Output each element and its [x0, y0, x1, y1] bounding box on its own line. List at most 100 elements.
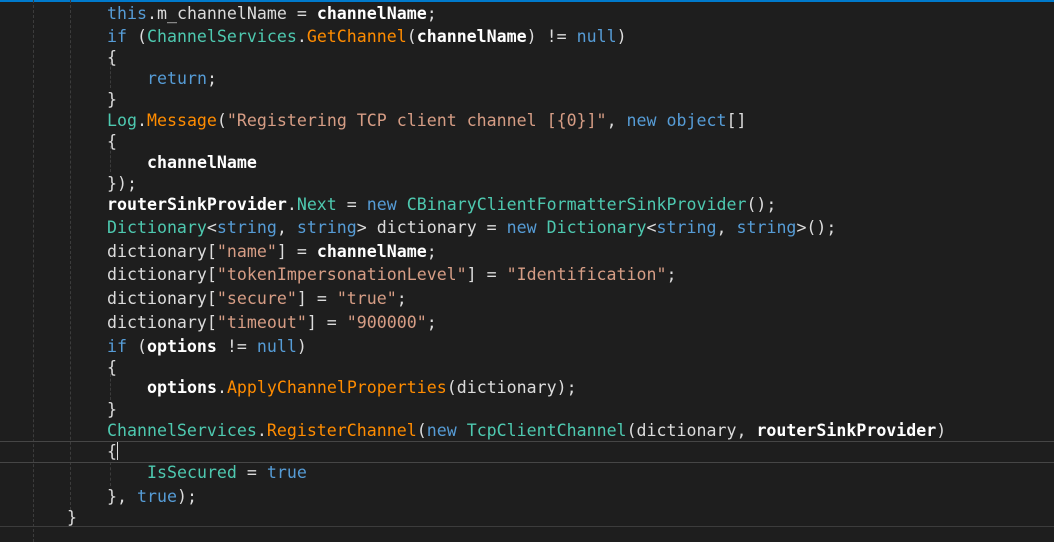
code-token: routerSinkProvider [107, 195, 287, 214]
code-token: (dictionary); [446, 378, 577, 397]
code-token: > dictionary = [356, 218, 507, 237]
code-token: Log [107, 111, 137, 130]
code-token: >(); [796, 218, 837, 237]
code-line[interactable]: { [107, 356, 117, 380]
code-token: { [107, 132, 117, 151]
code-token: Message [146, 111, 217, 130]
code-token: if [107, 27, 127, 46]
code-token: ( [126, 337, 147, 356]
code-line[interactable]: Dictionary<string, string> dictionary = … [107, 216, 836, 240]
code-token: ; [426, 313, 437, 332]
code-line[interactable]: }, true); [107, 485, 197, 509]
code-token: ; [396, 289, 407, 308]
code-token: channelName [416, 27, 527, 46]
code-token: string [296, 218, 357, 237]
code-line[interactable]: this.m_channelName = channelName; [107, 2, 437, 26]
code-token: new [366, 195, 397, 214]
current-line-highlight [0, 441, 1054, 463]
code-line[interactable]: dictionary["tokenImpersonationLevel"] = … [107, 263, 677, 287]
code-token: ] = [276, 242, 317, 261]
code-token: = [286, 4, 317, 23]
code-token: ) [616, 27, 627, 46]
code-token: true [266, 463, 307, 482]
code-token: RegisterChannel [266, 421, 417, 440]
code-token: [] [726, 111, 747, 130]
code-token: Next [296, 195, 337, 214]
code-token: != [216, 337, 257, 356]
code-token: channelName [316, 242, 427, 261]
code-line[interactable]: { [107, 130, 117, 154]
code-token: CBinaryClientFormatterSinkProvider [406, 195, 747, 214]
code-line[interactable]: if (options != null) [107, 335, 307, 359]
code-token: TcpClientChannel [466, 421, 627, 440]
code-token: null [256, 337, 297, 356]
code-line[interactable]: Log.Message("Registering TCP client chan… [107, 109, 746, 133]
code-token: dictionary[ [107, 265, 217, 284]
code-token: Dictionary [107, 218, 207, 237]
indent-guide [70, 0, 71, 510]
code-token: }, [107, 487, 137, 506]
code-token: (dictionary, [626, 421, 757, 440]
code-token: "true" [336, 289, 397, 308]
code-line[interactable]: channelName [147, 151, 257, 175]
code-token: ; [426, 242, 437, 261]
code-token: "Identification" [506, 265, 667, 284]
code-line[interactable]: { [107, 46, 117, 70]
code-line[interactable]: routerSinkProvider.Next = new CBinaryCli… [107, 193, 776, 217]
code-token: { [107, 442, 117, 461]
code-line[interactable]: dictionary["secure"] = "true"; [107, 287, 407, 311]
code-token: ( [126, 27, 147, 46]
code-token: dictionary[ [107, 242, 217, 261]
code-token: { [107, 358, 117, 377]
code-line[interactable]: return; [147, 67, 217, 91]
code-line[interactable]: if (ChannelServices.GetChannel(channelNa… [107, 25, 627, 49]
code-line[interactable]: options.ApplyChannelProperties(dictionar… [147, 376, 577, 400]
code-token: . [286, 195, 297, 214]
code-token: { [107, 48, 117, 67]
code-token: < [206, 218, 217, 237]
code-token: ; [426, 4, 437, 23]
code-line[interactable]: ChannelServices.RegisterChannel(new TcpC… [107, 419, 946, 443]
code-line[interactable]: dictionary["timeout"] = "900000"; [107, 311, 437, 335]
code-line[interactable]: IsSecured = true [147, 461, 307, 485]
code-token: . [146, 4, 157, 23]
code-token: "timeout" [216, 313, 307, 332]
code-token: = [336, 195, 367, 214]
code-token: null [576, 27, 617, 46]
code-token: ] = [296, 289, 337, 308]
code-line-current[interactable]: { [107, 440, 118, 464]
code-token: . [216, 378, 227, 397]
code-token: ( [406, 27, 417, 46]
code-token: dictionary[ [107, 289, 217, 308]
code-token: ) [296, 337, 307, 356]
code-token: "secure" [216, 289, 297, 308]
code-token: string [216, 218, 277, 237]
code-token: return [147, 69, 207, 88]
code-token: } [107, 90, 117, 109]
code-token: , [606, 111, 627, 130]
code-token: ); [176, 487, 197, 506]
code-token: new [506, 218, 537, 237]
code-token: . [296, 27, 307, 46]
code-line[interactable]: dictionary["name"] = channelName; [107, 240, 437, 264]
code-token: ; [206, 69, 217, 88]
code-token: } [107, 400, 117, 419]
code-editor[interactable]: this.m_channelName = channelName; if (Ch… [0, 0, 1054, 542]
code-token: }); [107, 174, 137, 193]
code-token: ] = [306, 313, 347, 332]
code-token: (); [746, 195, 777, 214]
code-token: ) != [526, 27, 577, 46]
code-token: ; [666, 265, 677, 284]
code-token: } [67, 508, 77, 527]
code-token: "tokenImpersonationLevel" [216, 265, 467, 284]
code-token: if [107, 337, 127, 356]
code-token: string [656, 218, 717, 237]
code-token: , [716, 218, 737, 237]
code-token: routerSinkProvider [756, 421, 937, 440]
code-token: GetChannel [306, 27, 407, 46]
editor-bottom-border [0, 526, 1054, 527]
